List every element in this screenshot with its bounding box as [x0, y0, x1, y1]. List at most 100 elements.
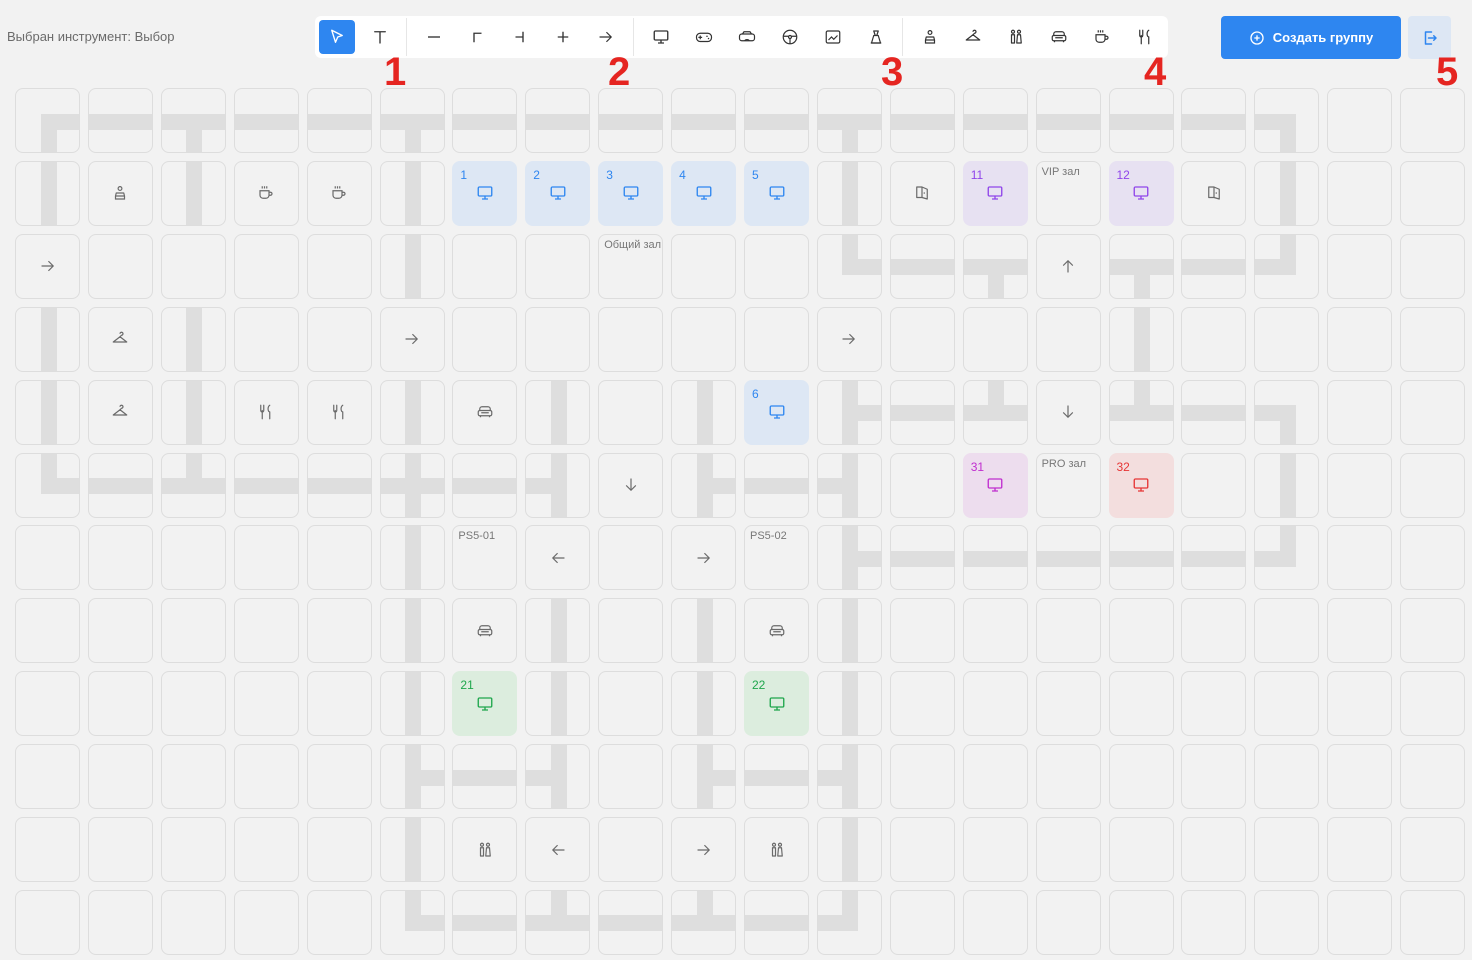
- road-cell[interactable]: [962, 233, 1028, 299]
- road-cell[interactable]: [233, 88, 299, 153]
- grid-cell[interactable]: [1400, 671, 1466, 737]
- grid-cell[interactable]: [1181, 306, 1247, 372]
- grid-cell[interactable]: [233, 889, 299, 955]
- grid-cell[interactable]: [1400, 817, 1466, 882]
- grid-cell[interactable]: [1254, 889, 1320, 955]
- grid-cell[interactable]: [1181, 452, 1247, 518]
- zone-label-cell[interactable]: PS5-02: [744, 525, 809, 591]
- arrow-left-cell[interactable]: [525, 817, 591, 882]
- create-group-button[interactable]: Создать группу: [1221, 16, 1401, 59]
- grid-cell[interactable]: [1327, 598, 1393, 664]
- grid-cell[interactable]: [306, 525, 372, 591]
- road-cell[interactable]: [671, 744, 737, 810]
- road-cell[interactable]: [525, 744, 591, 810]
- road-cell[interactable]: [1181, 525, 1247, 591]
- pc-station-cell[interactable]: 4: [671, 160, 737, 226]
- grid-cell[interactable]: [1035, 817, 1101, 882]
- zone-label-cell[interactable]: Общий зал: [598, 233, 664, 299]
- tool-text-button[interactable]: [362, 20, 398, 54]
- tool-coffee-button[interactable]: [1084, 20, 1120, 54]
- grid-cell[interactable]: [598, 744, 664, 810]
- road-cell[interactable]: [1108, 233, 1174, 299]
- grid-cell[interactable]: [233, 817, 299, 882]
- tool-t-junction-button[interactable]: [502, 20, 538, 54]
- arrow-down-cell[interactable]: [598, 452, 664, 518]
- road-cell[interactable]: [379, 889, 445, 955]
- grid-cell[interactable]: [1327, 817, 1393, 882]
- road-cell[interactable]: [1254, 379, 1320, 445]
- pc-station-cell[interactable]: 32: [1108, 452, 1174, 518]
- grid-cell[interactable]: [1327, 233, 1393, 299]
- grid-cell[interactable]: [306, 817, 372, 882]
- road-cell[interactable]: [1035, 88, 1101, 153]
- arrow-right-cell[interactable]: [671, 817, 737, 882]
- grid-cell[interactable]: [1181, 598, 1247, 664]
- grid-cell[interactable]: [15, 598, 80, 664]
- grid-cell[interactable]: [1327, 88, 1393, 153]
- grid-cell[interactable]: [15, 744, 80, 810]
- grid-cell[interactable]: [1035, 306, 1101, 372]
- grid-cell[interactable]: [671, 233, 737, 299]
- road-cell[interactable]: [1254, 452, 1320, 518]
- zone-label-cell[interactable]: VIP зал: [1035, 160, 1101, 226]
- grid-cell[interactable]: [160, 598, 226, 664]
- grid-cell[interactable]: [889, 817, 955, 882]
- grid-cell[interactable]: [87, 671, 153, 737]
- tool-vr-headset-button[interactable]: [729, 20, 765, 54]
- grid-cell[interactable]: [306, 598, 372, 664]
- road-cell[interactable]: [452, 744, 518, 810]
- sofa-cell[interactable]: [452, 598, 518, 664]
- grid-cell[interactable]: [525, 233, 591, 299]
- restaurant-cell[interactable]: [233, 379, 299, 445]
- grid-cell[interactable]: [1400, 598, 1466, 664]
- grid-cell[interactable]: [598, 817, 664, 882]
- grid-cell[interactable]: [1400, 233, 1466, 299]
- road-cell[interactable]: [160, 160, 226, 226]
- road-cell[interactable]: [525, 88, 591, 153]
- grid-cell[interactable]: [306, 889, 372, 955]
- grid-cell[interactable]: [87, 233, 153, 299]
- grid-cell[interactable]: [744, 233, 809, 299]
- road-cell[interactable]: [744, 88, 809, 153]
- grid-cell[interactable]: [1108, 889, 1174, 955]
- tool-restroom-button[interactable]: [998, 20, 1034, 54]
- road-cell[interactable]: [379, 452, 445, 518]
- grid-cell[interactable]: [233, 598, 299, 664]
- grid-cell[interactable]: [1327, 379, 1393, 445]
- road-cell[interactable]: [160, 452, 226, 518]
- grid-cell[interactable]: [160, 817, 226, 882]
- tool-arrow-right-button[interactable]: [588, 20, 624, 54]
- zone-label-cell[interactable]: PRO зал: [1035, 452, 1101, 518]
- grid-cell[interactable]: [1400, 379, 1466, 445]
- grid-cell[interactable]: [889, 452, 955, 518]
- grid-cell[interactable]: [87, 525, 153, 591]
- road-cell[interactable]: [525, 452, 591, 518]
- road-cell[interactable]: [233, 452, 299, 518]
- road-cell[interactable]: [671, 598, 737, 664]
- grid-cell[interactable]: [87, 744, 153, 810]
- road-cell[interactable]: [671, 379, 737, 445]
- road-cell[interactable]: [160, 306, 226, 372]
- road-cell[interactable]: [671, 88, 737, 153]
- door-cell[interactable]: [889, 160, 955, 226]
- arrow-up-cell[interactable]: [1035, 233, 1101, 299]
- grid-cell[interactable]: [233, 744, 299, 810]
- grid-cell[interactable]: [1035, 598, 1101, 664]
- road-cell[interactable]: [962, 525, 1028, 591]
- grid-cell[interactable]: [1254, 744, 1320, 810]
- road-cell[interactable]: [15, 452, 80, 518]
- grid-cell[interactable]: [306, 744, 372, 810]
- grid-cell[interactable]: [160, 889, 226, 955]
- road-cell[interactable]: [671, 671, 737, 737]
- road-cell[interactable]: [1108, 88, 1174, 153]
- arrow-left-cell[interactable]: [525, 525, 591, 591]
- grid-cell[interactable]: [87, 889, 153, 955]
- tool-restaurant-button[interactable]: [1127, 20, 1163, 54]
- road-cell[interactable]: [816, 525, 882, 591]
- road-cell[interactable]: [1181, 233, 1247, 299]
- grid-cell[interactable]: [160, 671, 226, 737]
- tool-sofa-button[interactable]: [1041, 20, 1077, 54]
- road-cell[interactable]: [379, 525, 445, 591]
- grid-cell[interactable]: [87, 817, 153, 882]
- road-cell[interactable]: [160, 379, 226, 445]
